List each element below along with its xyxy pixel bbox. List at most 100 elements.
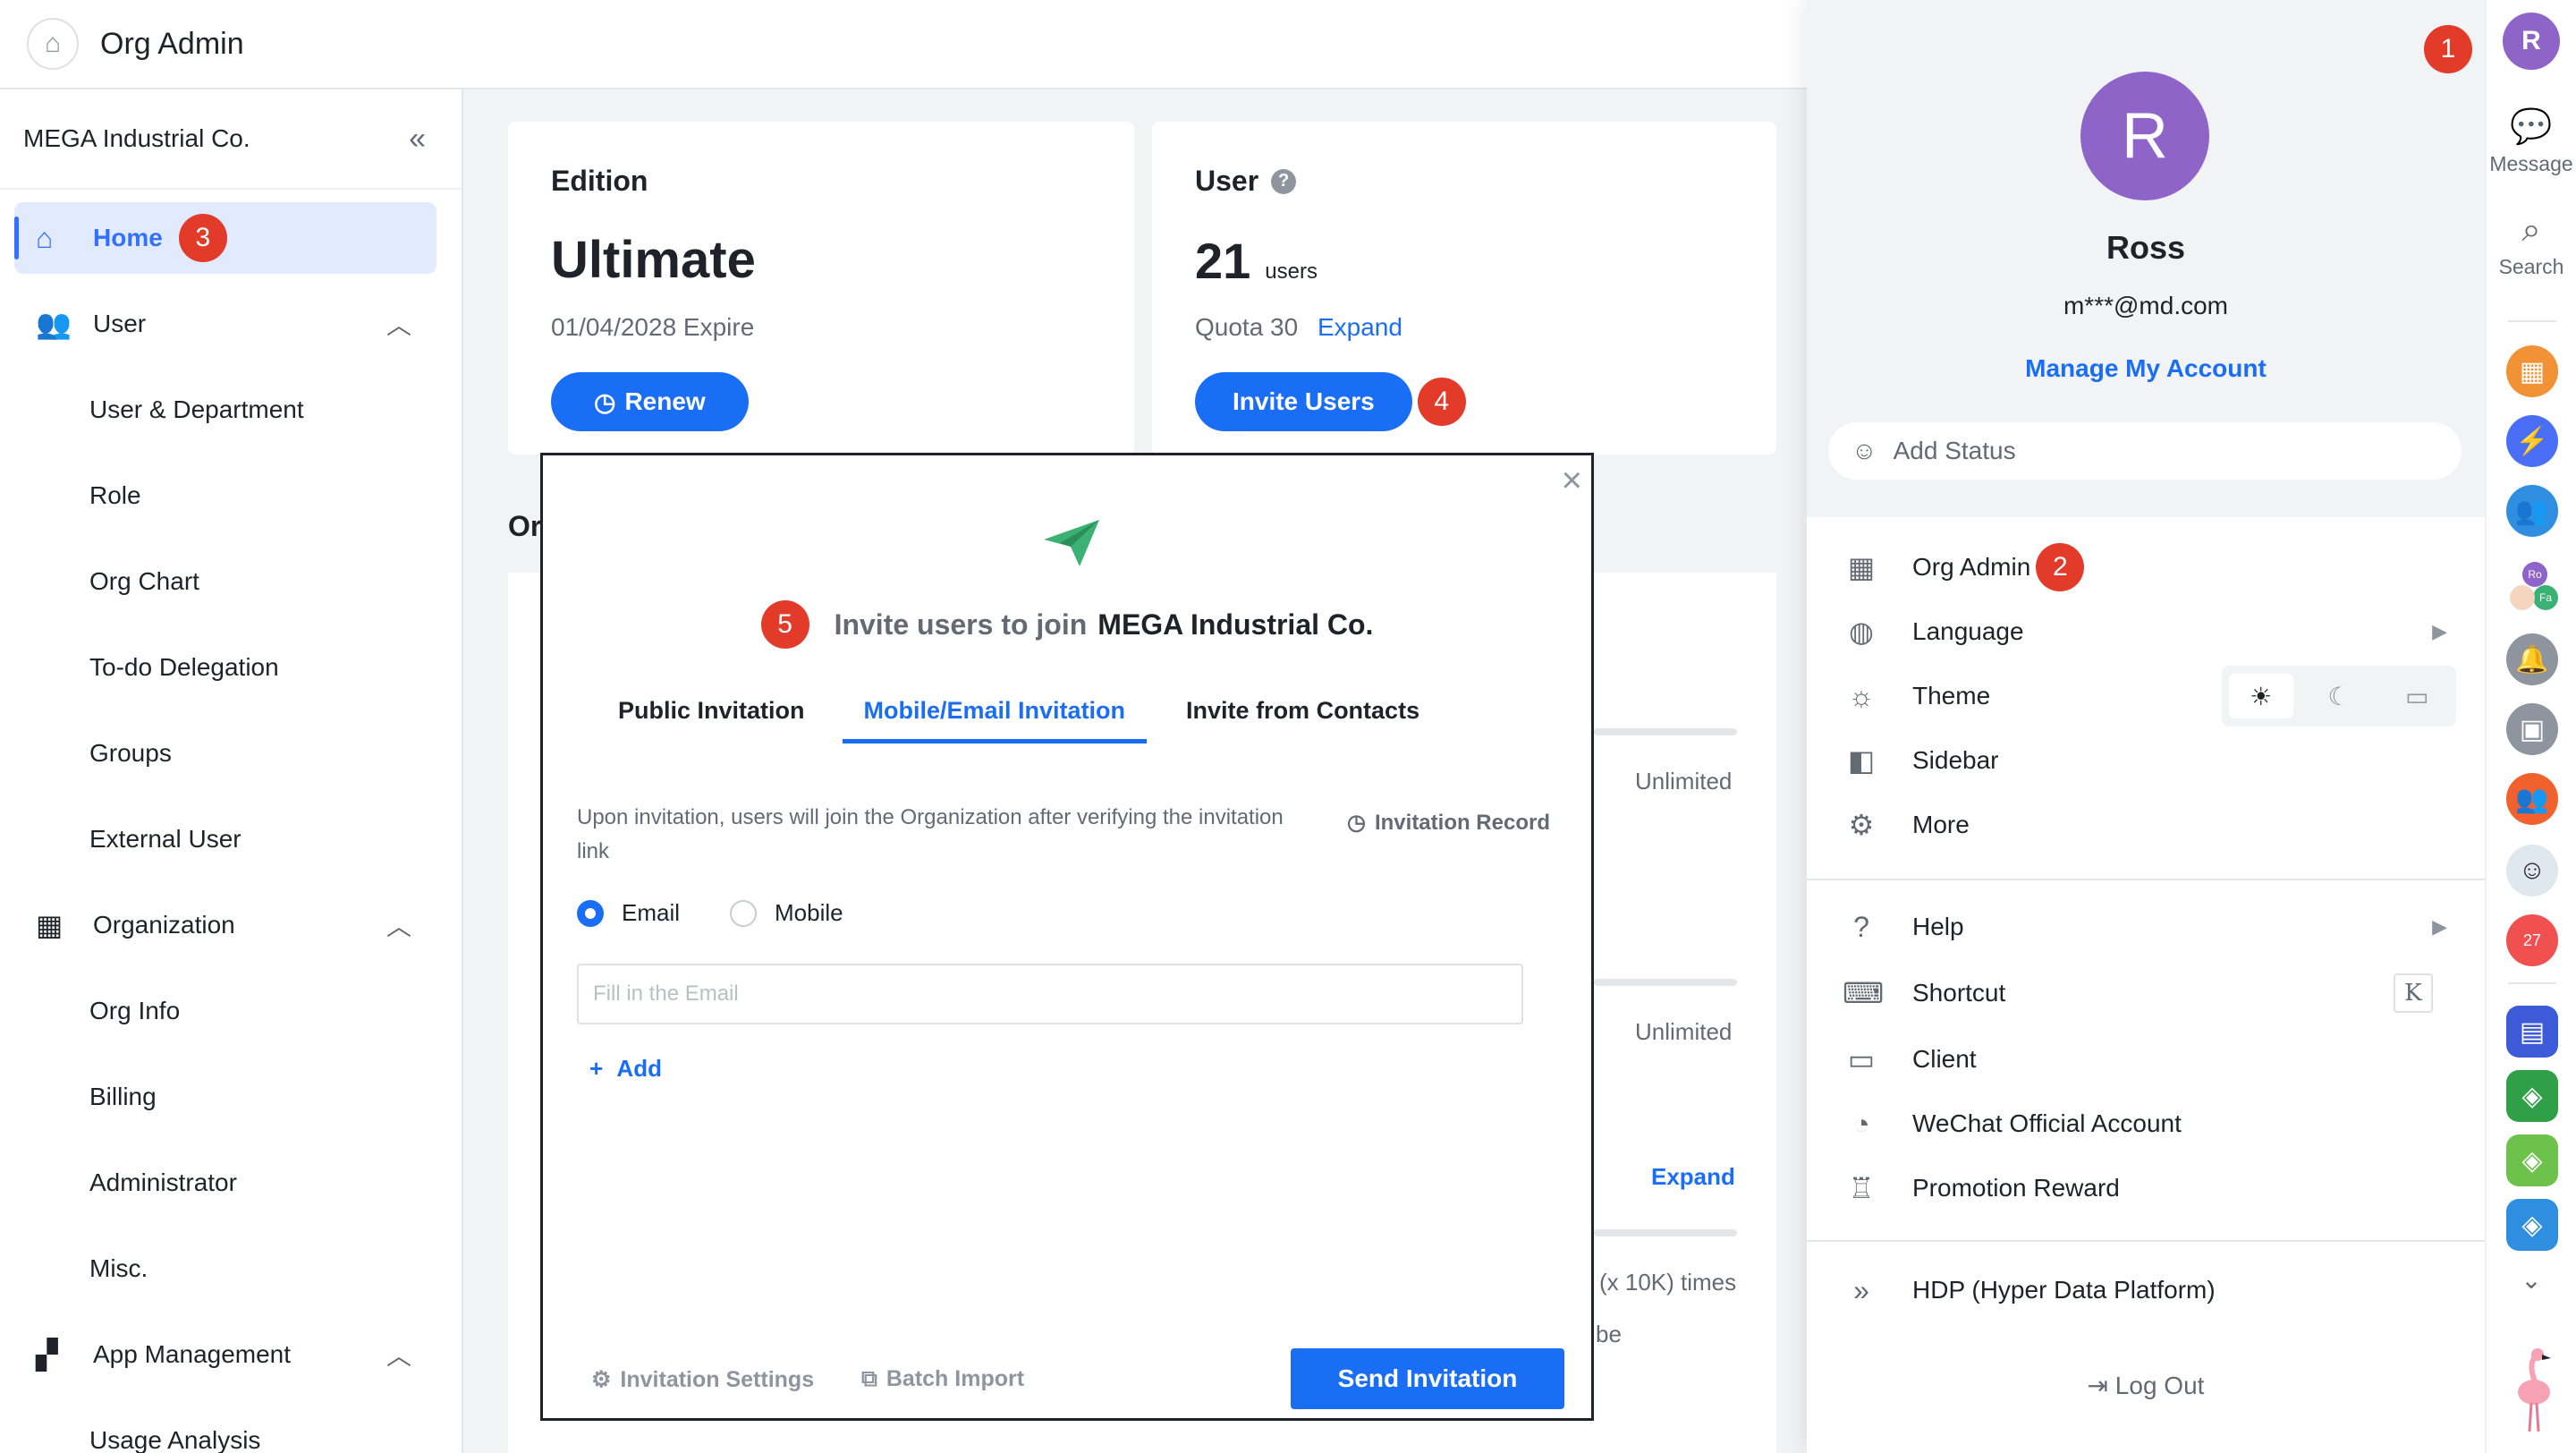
invite-users-button[interactable]: Invite Users [1195,372,1412,431]
mobile-radio-label: Mobile [775,899,843,926]
dock-avatar[interactable]: R [2503,13,2560,70]
sidebar-item-billing[interactable]: Billing [0,1061,462,1133]
renew-button[interactable]: ◷ Renew [551,372,749,431]
tab-public-invitation[interactable]: Public Invitation [597,697,826,743]
menu-item-theme[interactable]: ☼ Theme ☀ ☾ ▭ [1843,666,2460,726]
chevron-right-icon: ▶ [2432,915,2447,938]
sidebar-item-organization[interactable]: ▦ Organization ︿ [0,889,462,961]
sidebar-item-groups[interactable]: Groups [0,718,462,789]
expand-quota-link[interactable]: Expand [1318,313,1402,341]
sidebar-item-app-management[interactable]: ▞ App Management ︿ [0,1319,462,1390]
globe-icon: ◍ [1849,616,1874,648]
manage-account-link[interactable]: Manage My Account [1807,354,2485,383]
sidebar-item-external-user[interactable]: External User [0,803,462,875]
group-chat-icon[interactable]: Ro Fa [2510,562,2560,612]
dock-search-button[interactable]: ⌕ Search [2487,211,2576,279]
menu-item-label: More [1912,811,1970,838]
app-skyblue-icon[interactable]: ◈ [2506,1199,2558,1251]
home-icon[interactable]: ⌂ [27,18,79,70]
menu-item-hdp[interactable]: » HDP (Hyper Data Platform) [1843,1265,2460,1315]
sidebar-item-todo-delegation[interactable]: To-do Delegation [0,632,462,703]
flash-icon[interactable]: ⚡ [2506,415,2558,467]
menu-item-help[interactable]: ? Help ▶ [1843,902,2460,952]
invitation-settings-button[interactable]: ⚙ Invitation Settings [591,1366,814,1393]
step-badge: 2 [2036,543,2085,591]
email-radio[interactable] [577,899,604,927]
expand-link[interactable]: Expand [1651,1163,1735,1191]
sidebar-item-administrator[interactable]: Administrator [0,1147,462,1219]
step-badge: 3 [178,214,227,262]
edition-value: Ultimate [551,231,756,289]
team-icon[interactable]: 👥 [2506,773,2558,825]
truncated-text: be [1596,1321,1622,1347]
collapse-sidebar-icon[interactable]: « [409,122,426,157]
add-email-button[interactable]: + Add [589,1055,662,1083]
batch-import-button[interactable]: ⧉ Batch Import [861,1366,1024,1392]
profile-panel: 1 R Ross m***@md.com Manage My Account ☺… [1807,0,2485,1453]
briefcase-icon[interactable]: ▣ [2506,703,2558,755]
menu-item-more[interactable]: ⚙ More [1843,800,2460,850]
menu-item-sidebar[interactable]: ◧ Sidebar [1843,735,2460,786]
user-count-unit: users [1265,259,1318,284]
tab-mobile-email-invitation[interactable]: Mobile/Email Invitation [842,697,1148,743]
invitation-record-link[interactable]: ◷ Invitation Record [1347,810,1550,836]
chevron-right-icon: ▶ [2432,620,2447,642]
menu-item-label: Promotion Reward [1912,1174,2120,1202]
send-invitation-button[interactable]: Send Invitation [1291,1348,1564,1409]
help-icon[interactable]: ? [1271,168,1297,194]
invite-dialog: × 5 Invite users to join MEGA Industrial… [540,453,1594,1421]
calendar-icon[interactable]: 27 [2506,914,2558,966]
clock-icon: ◷ [594,387,616,416]
home-icon: ⌂ [36,221,54,254]
add-status-input[interactable]: ☺ Add Status [1828,422,2462,480]
mobile-radio[interactable] [730,899,758,927]
theme-icon: ☼ [1848,679,1875,712]
sidebar-item-usage-analysis[interactable]: Usage Analysis [0,1405,462,1453]
bell-icon[interactable]: 🔔 [2506,633,2558,685]
renew-label: Renew [624,387,706,415]
building-icon: ▦ [36,909,64,941]
menu-item-client[interactable]: ▭ Client [1843,1034,2460,1084]
dock-more-button[interactable]: ⌄ [2487,1265,2576,1295]
profile-avatar-icon[interactable]: ☺ [2506,845,2558,896]
usage-bar [1594,1229,1737,1236]
mini-avatar: Ro [2522,562,2547,587]
invite-tabs: Public Invitation Mobile/Email Invitatio… [597,697,1441,743]
sun-icon[interactable]: ☀ [2228,674,2293,718]
sidebar-item-org-info[interactable]: Org Info [0,975,462,1047]
app-green-icon[interactable]: ◈ [2506,1070,2558,1122]
flamingo-mascot-icon [2510,1346,2558,1435]
moon-icon[interactable]: ☾ [2307,674,2371,718]
medal-icon: ♖ [1848,1172,1875,1204]
menu-item-language[interactable]: ◍ Language ▶ [1843,607,2460,657]
sidebar-item-role[interactable]: Role [0,460,462,531]
contacts-icon[interactable]: 👥 [2506,485,2558,537]
chevron-up-icon: ︿ [386,311,411,339]
log-out-button[interactable]: ⇥ Log Out [1807,1371,2485,1400]
email-field[interactable]: Fill in the Email [577,964,1523,1024]
step-badge: 1 [2424,25,2472,73]
sidebar: MEGA Industrial Co. « ⌂ Home 3 👥 User ︿ … [0,89,463,1453]
sidebar-item-org-chart[interactable]: Org Chart [0,546,462,617]
sidebar-item-user-department[interactable]: User & Department [0,374,462,446]
laptop-icon[interactable]: ▭ [2385,674,2449,718]
menu-divider [1807,879,2485,880]
menu-item-promotion-reward[interactable]: ♖ Promotion Reward [1843,1163,2460,1213]
sidebar-item-user[interactable]: 👥 User ︿ [0,288,462,360]
dialog-title: 5 Invite users to join MEGA Industrial C… [543,600,1591,649]
step-badge: 4 [1417,378,1466,426]
menu-item-shortcut[interactable]: ⌨ Shortcut K [1843,968,2460,1018]
sidebar-item-home[interactable]: ⌂ Home 3 [14,202,436,274]
menu-item-org-admin[interactable]: ▦ Org Admin 2 [1843,542,2460,592]
app-blue-icon[interactable]: ▤ [2506,1006,2558,1058]
close-icon[interactable]: × [1562,463,1582,498]
user-count-number: 21 [1195,233,1251,289]
invitation-settings-label: Invitation Settings [620,1366,815,1392]
workplace-icon[interactable]: ▦ [2506,345,2558,397]
dock-message-button[interactable]: 💬 Message [2487,107,2576,176]
message-icon: 💬 [2510,108,2553,146]
tab-invite-from-contacts[interactable]: Invite from Contacts [1165,697,1441,743]
sidebar-item-misc[interactable]: Misc. [0,1233,462,1304]
menu-item-wechat[interactable]: ◔ WeChat Official Account [1843,1099,2460,1149]
app-lime-icon[interactable]: ◈ [2506,1134,2558,1186]
